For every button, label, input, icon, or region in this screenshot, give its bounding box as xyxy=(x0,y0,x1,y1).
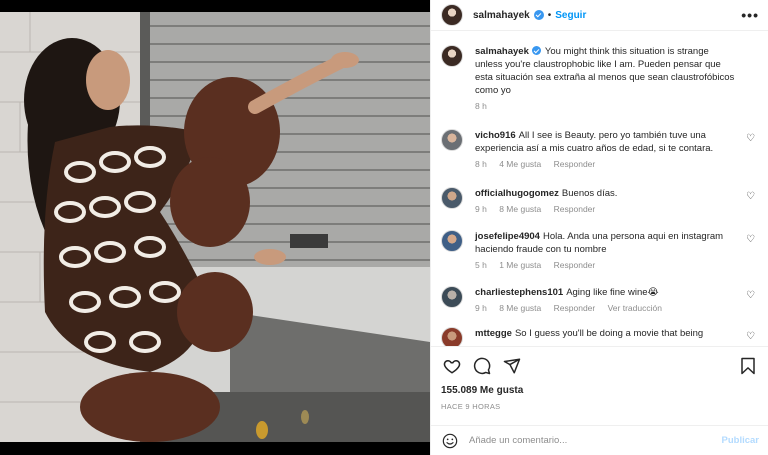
comment-like-heart-icon[interactable]: ♡ xyxy=(746,133,755,144)
comment-input[interactable] xyxy=(469,435,722,446)
comment-text: Buenos días. xyxy=(561,188,618,199)
comment-item: charliestephens101 Aging like fine wine😭 … xyxy=(441,286,759,313)
post-photo[interactable] xyxy=(0,12,430,442)
share-icon[interactable] xyxy=(501,355,523,377)
comment-icon[interactable] xyxy=(471,355,493,377)
comment-item: vicho916 All I see is Beauty. pero yo tam… xyxy=(441,129,759,169)
reply-button[interactable]: Responder xyxy=(554,303,596,313)
reply-button[interactable]: Responder xyxy=(554,204,596,214)
comment-likes[interactable]: 8 Me gusta xyxy=(499,303,541,313)
comment-avatar[interactable] xyxy=(441,187,463,209)
author-avatar[interactable] xyxy=(441,4,463,26)
heart-icon[interactable] xyxy=(441,355,463,377)
comment-username[interactable]: charliestephens101 xyxy=(475,287,563,298)
post-media-panel xyxy=(0,0,430,455)
see-translation-link[interactable]: Ver traducción xyxy=(608,303,662,313)
comment-time[interactable]: 5 h xyxy=(475,260,487,270)
post-timestamp: HACE 9 HORAS xyxy=(441,402,501,411)
reply-button[interactable]: Responder xyxy=(554,159,596,169)
header-separator: • xyxy=(547,9,552,21)
comment-avatar[interactable] xyxy=(441,230,463,252)
comment-username[interactable]: josefelipe4904 xyxy=(475,231,540,242)
caption-text-block: salmahayek You might think this situation… xyxy=(475,45,737,97)
comment-item: officialhugogomez Buenos días. 9 h 8 Me g… xyxy=(441,187,759,214)
add-comment-bar: Publicar xyxy=(431,425,768,455)
comment-time[interactable]: 9 h xyxy=(475,204,487,214)
post-header: salmahayek • Seguir ••• xyxy=(431,0,768,31)
comment-like-heart-icon[interactable]: ♡ xyxy=(746,331,755,342)
comment-text: So I guess you'll be doing a movie that … xyxy=(514,328,704,339)
caption-username[interactable]: salmahayek xyxy=(475,46,529,57)
comment-like-heart-icon[interactable]: ♡ xyxy=(746,290,755,301)
more-options-icon[interactable]: ••• xyxy=(741,7,759,23)
caption-avatar[interactable] xyxy=(441,45,463,67)
author-username[interactable]: salmahayek xyxy=(473,10,530,21)
verified-badge-icon xyxy=(533,10,544,20)
follow-button[interactable]: Seguir xyxy=(555,10,586,21)
comment-time[interactable]: 9 h xyxy=(475,303,487,313)
comment-avatar[interactable] xyxy=(441,286,463,308)
comment-like-heart-icon[interactable]: ♡ xyxy=(746,191,755,202)
comment-likes[interactable]: 4 Me gusta xyxy=(499,159,541,169)
comment-username[interactable]: mttegge xyxy=(475,328,512,339)
comment-item: josefelipe4904 Hola. Anda una persona aqu… xyxy=(441,230,759,270)
reply-button[interactable]: Responder xyxy=(554,260,596,270)
emoji-icon[interactable] xyxy=(441,432,459,450)
publish-button[interactable]: Publicar xyxy=(722,435,760,446)
post-sidebar: salmahayek • Seguir ••• salmahayek You mi… xyxy=(430,0,768,455)
comment-time[interactable]: 8 h xyxy=(475,159,487,169)
comment-likes[interactable]: 8 Me gusta xyxy=(499,204,541,214)
comment-avatar[interactable] xyxy=(441,327,463,346)
comment-username[interactable]: officialhugogomez xyxy=(475,188,559,199)
likes-count[interactable]: 155.089 Me gusta xyxy=(441,385,759,396)
comment-username[interactable]: vicho916 xyxy=(475,130,516,141)
caption-meta: 8 h xyxy=(475,101,737,111)
caption-item: salmahayek You might think this situation… xyxy=(441,45,759,111)
comment-like-heart-icon[interactable]: ♡ xyxy=(746,234,755,245)
caption-time[interactable]: 8 h xyxy=(475,101,487,111)
comment-text: Aging like fine wine😭 xyxy=(566,287,659,298)
verified-badge-icon xyxy=(531,46,541,55)
bookmark-icon[interactable] xyxy=(737,355,759,377)
comments-list[interactable]: salmahayek You might think this situation… xyxy=(431,31,768,346)
comment-avatar[interactable] xyxy=(441,129,463,151)
comment-item: mttegge So I guess you'll be doing a movi… xyxy=(441,327,759,346)
comment-likes[interactable]: 1 Me gusta xyxy=(499,260,541,270)
post-actions: 155.089 Me gusta HACE 9 HORAS xyxy=(431,346,768,425)
